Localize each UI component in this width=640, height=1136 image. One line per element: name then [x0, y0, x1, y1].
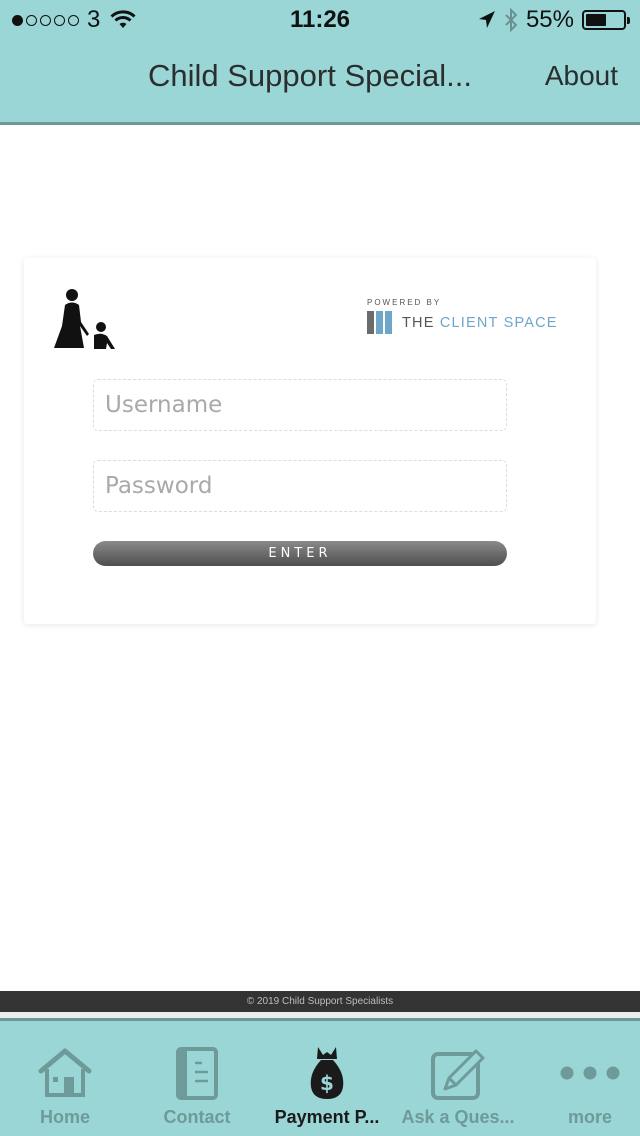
money-bag-icon: $ — [310, 1047, 344, 1099]
bluetooth-icon — [505, 8, 518, 32]
username-field-wrapper — [93, 379, 507, 431]
powered-by-logo: POWERED BY THE CLIENT SPACE — [367, 298, 558, 334]
page-title: Child Support Special... — [148, 58, 472, 93]
tab-more[interactable]: more — [526, 1021, 640, 1136]
tab-payment-label: Payment P... — [274, 1107, 380, 1127]
tab-ask-question-label: Ask a Ques... — [401, 1107, 515, 1127]
brand-client-space: CLIENT SPACE — [439, 314, 558, 331]
login-card: POWERED BY THE CLIENT SPACE ENTER — [24, 258, 596, 624]
parent-child-icon — [54, 289, 115, 349]
password-input[interactable] — [94, 461, 506, 511]
client-space-brand: THE CLIENT SPACE — [367, 311, 558, 334]
tab-payment[interactable]: $ Payment P... — [263, 1021, 391, 1136]
battery-percent: 55% — [525, 6, 574, 33]
tab-home-label: Home — [39, 1107, 90, 1127]
edit-pencil-icon — [431, 1049, 485, 1100]
copyright-footer: © 2019 Child Support Specialists — [0, 991, 640, 1012]
username-input[interactable] — [94, 380, 506, 430]
tab-contact[interactable]: Contact — [133, 1021, 261, 1136]
location-arrow-icon — [478, 11, 495, 28]
enter-button[interactable]: ENTER — [93, 541, 507, 566]
status-bar: 3 11:26 55% — [0, 0, 640, 40]
battery-icon — [582, 10, 630, 30]
more-dots-icon — [560, 1066, 620, 1080]
tab-contact-label: Contact — [163, 1107, 231, 1127]
tab-more-label: more — [567, 1107, 612, 1127]
nav-bar: Child Support Special... About — [0, 40, 640, 125]
powered-by-label: POWERED BY — [367, 298, 442, 307]
status-right: 55% — [478, 6, 630, 34]
brand-the: THE — [402, 314, 440, 331]
tab-ask-question[interactable]: Ask a Ques... — [394, 1021, 522, 1136]
tab-home[interactable]: Home — [1, 1021, 129, 1136]
about-button[interactable]: About — [545, 60, 618, 92]
brand-name: THE CLIENT SPACE — [402, 315, 558, 331]
tab-bar: Home Contact $ Payment P... Ask a Ques..… — [0, 1018, 640, 1136]
contact-book-icon — [176, 1047, 218, 1100]
client-space-logo-icon — [367, 311, 392, 334]
password-field-wrapper — [93, 460, 507, 512]
svg-text:$: $ — [320, 1071, 334, 1095]
home-icon — [38, 1048, 92, 1097]
